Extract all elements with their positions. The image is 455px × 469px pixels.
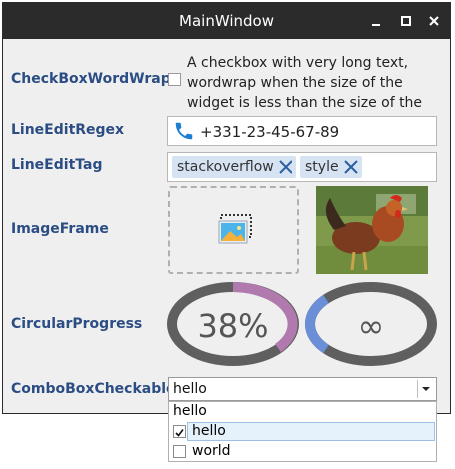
rooster-image	[316, 186, 428, 274]
combobox-dropdown-button[interactable]	[417, 380, 434, 398]
circular-progress-infinite: ∞	[304, 282, 438, 366]
label-lineedit-tag: LineEditTag	[11, 157, 103, 173]
phone-line-edit[interactable]: +331-23-45-67-89	[167, 116, 437, 146]
tag-remove-icon[interactable]	[343, 159, 358, 175]
circular-progress-percent: 38%	[166, 282, 300, 366]
image-drop-frame[interactable]	[168, 186, 299, 274]
option-label: hello	[192, 423, 226, 439]
checkable-combobox[interactable]: hello	[168, 377, 437, 401]
option-label: world	[192, 443, 231, 459]
close-button[interactable]	[423, 10, 445, 32]
label-checkbox-wordwrap: CheckBoxWordWrap	[11, 71, 171, 87]
checkbox-text-line: A checkbox with very long text,	[187, 55, 409, 71]
combobox-value: hello	[173, 381, 207, 397]
combobox-option[interactable]: hello	[169, 402, 436, 422]
option-checkbox[interactable]	[173, 445, 186, 458]
combobox-option[interactable]: hello	[169, 422, 436, 442]
tag-chip[interactable]: style	[300, 156, 362, 178]
tag-chip[interactable]: stackoverflow	[172, 156, 296, 178]
tag-line-edit[interactable]: stackoverflow style	[167, 152, 437, 182]
maximize-button[interactable]	[395, 10, 417, 32]
label-combobox-checkable: ComboBoxCheckable	[11, 381, 176, 397]
check-icon	[175, 429, 184, 437]
combobox-option[interactable]: world	[169, 442, 436, 462]
option-label: hello	[173, 403, 207, 419]
wordwrap-checkbox[interactable]	[168, 73, 181, 86]
phone-icon	[175, 122, 193, 140]
tag-label: stackoverflow	[177, 159, 274, 175]
maximize-icon	[401, 16, 411, 26]
label-image-frame: ImageFrame	[11, 221, 109, 237]
chevron-down-icon	[422, 387, 430, 391]
label-lineedit-regex: LineEditRegex	[11, 122, 125, 138]
infinite-value: ∞	[357, 307, 385, 345]
combobox-popup: hello hello world	[168, 401, 437, 462]
phone-value: +331-23-45-67-89	[200, 123, 340, 141]
title-bar: MainWindow	[3, 3, 450, 39]
close-icon	[429, 16, 439, 26]
progress-value: 38%	[197, 307, 269, 345]
minimize-button[interactable]	[365, 10, 387, 32]
rooster-photo	[316, 186, 428, 274]
option-checkbox[interactable]	[173, 425, 186, 438]
label-circular-progress: CircularProgress	[11, 316, 143, 332]
tag-remove-icon[interactable]	[278, 159, 292, 175]
checkbox-text-line: wordwrap when the size of the	[187, 75, 403, 91]
minimize-icon	[372, 24, 380, 26]
tag-label: style	[305, 159, 339, 175]
image-placeholder-icon	[218, 214, 252, 244]
